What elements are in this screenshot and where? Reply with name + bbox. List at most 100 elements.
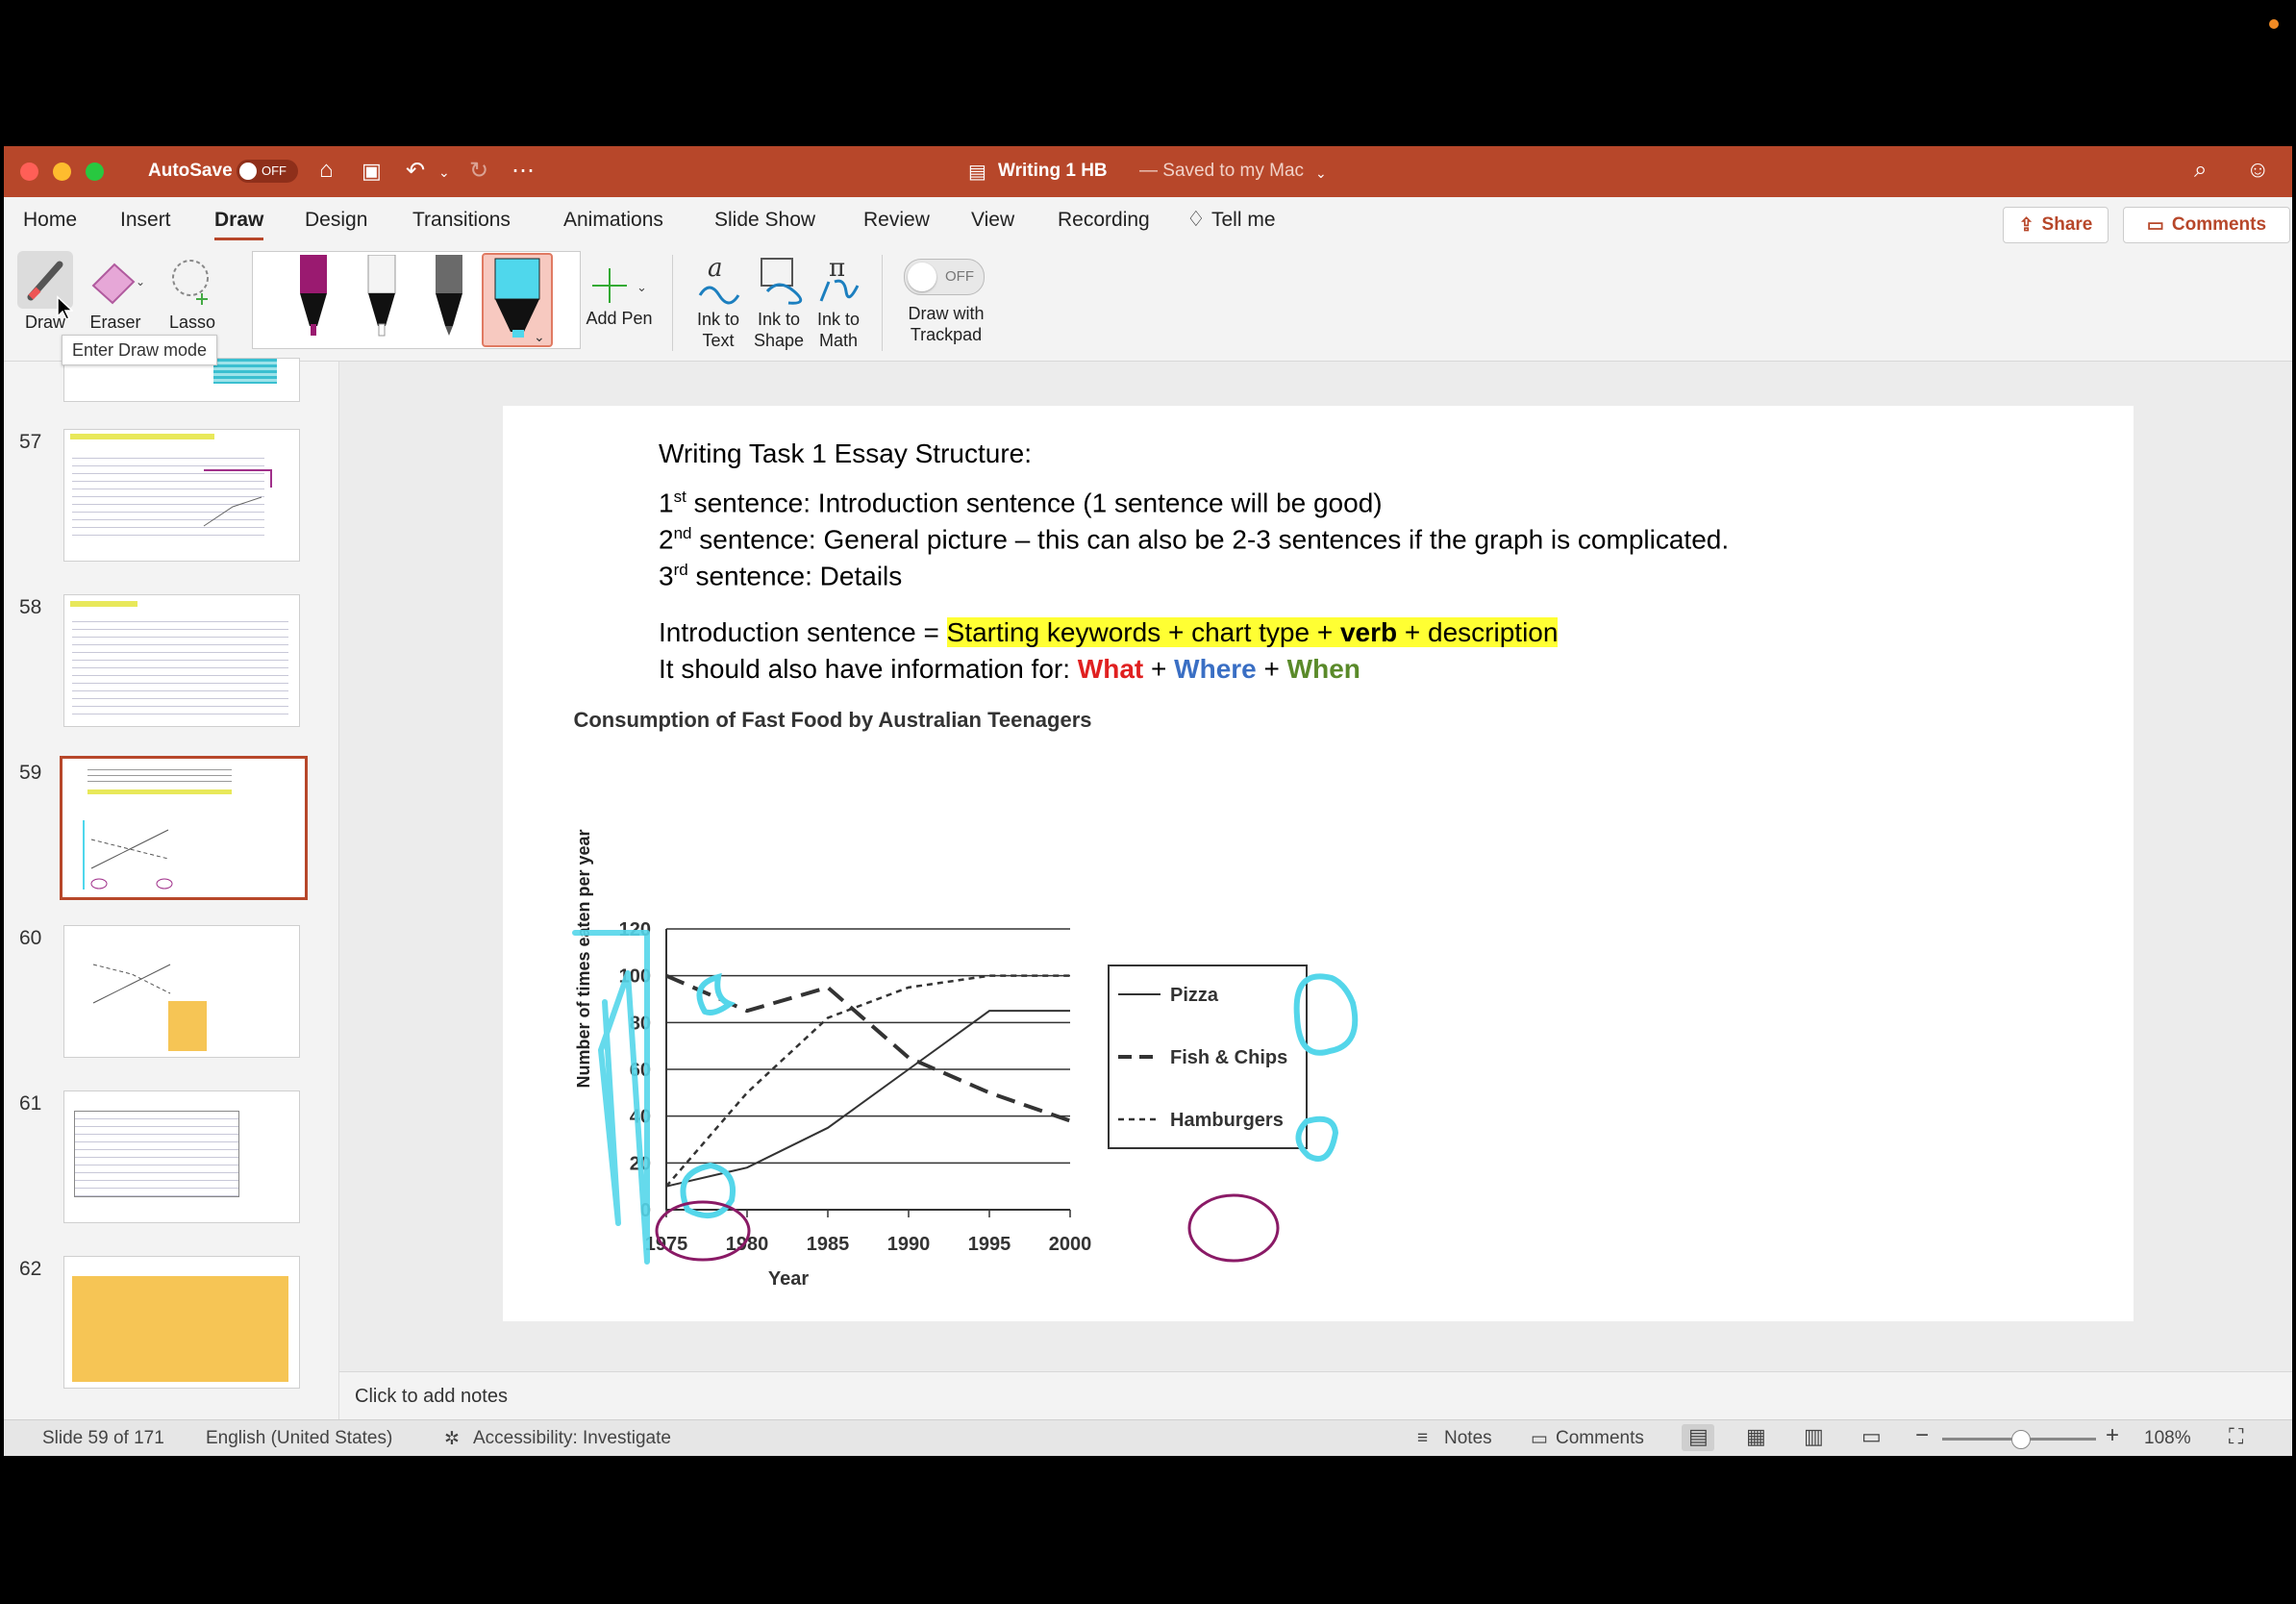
thumbnail-chart	[203, 469, 272, 527]
account-icon[interactable]: ☺	[2246, 157, 2270, 184]
ink-to-shape-icon[interactable]	[754, 253, 804, 307]
slide-counter: Slide 59 of 171	[42, 1428, 164, 1448]
tab-review[interactable]: Review	[863, 209, 930, 232]
tab-design[interactable]: Design	[305, 209, 367, 232]
ink-to-math-icon[interactable]: π	[815, 253, 863, 307]
accessibility-status[interactable]: Accessibility: Investigate	[473, 1428, 671, 1449]
redo-icon[interactable]: ↻	[469, 157, 488, 185]
x-tick-label: 2000	[1049, 1234, 1092, 1255]
slide-editor: Writing Task 1 Essay Structure: 1st sent…	[339, 362, 2292, 1371]
intro-sentence-formula[interactable]: Introduction sentence = Starting keyword…	[659, 617, 1559, 648]
slide-thumbnail-57[interactable]	[63, 429, 300, 562]
lasso-label: Lasso	[168, 313, 216, 332]
eraser-icon[interactable]: ⌄	[86, 257, 143, 305]
tab-insert[interactable]: Insert	[120, 209, 171, 232]
purple-circle-annotation	[1187, 1193, 1280, 1263]
ribbon-tabs: Home Insert Draw Design Transitions Anim…	[4, 197, 2292, 245]
tab-draw[interactable]: Draw	[214, 209, 264, 240]
share-button[interactable]: ⇪ Share	[2003, 207, 2109, 243]
home-icon[interactable]: ⌂	[319, 157, 334, 184]
tab-slide-show[interactable]: Slide Show	[714, 209, 815, 232]
svg-text:a: a	[708, 254, 723, 283]
language-indicator[interactable]: English (United States)	[206, 1428, 392, 1449]
draw-tooltip: Enter Draw mode	[62, 335, 218, 365]
pen-purple-icon[interactable]	[286, 255, 341, 338]
slide-thumbnail-59-selected[interactable]	[60, 756, 308, 900]
zoom-slider-handle[interactable]	[2011, 1430, 2031, 1449]
eraser-label: Eraser	[89, 313, 141, 332]
autosave-toggle[interactable]: OFF	[237, 160, 298, 183]
pen-white-icon[interactable]	[354, 255, 410, 338]
zoom-out-icon[interactable]: −	[1915, 1422, 1929, 1449]
save-icon[interactable]: ▣	[362, 159, 382, 184]
reading-view-icon[interactable]: ▥	[1804, 1424, 1824, 1449]
structure-line-3[interactable]: 3rd sentence: Details	[659, 561, 902, 591]
tab-tell-me[interactable]: Tell me	[1211, 209, 1276, 232]
ink-to-math-label: Ink to Math	[816, 310, 861, 350]
pen-cyan-selected[interactable]: ⌄	[482, 253, 553, 347]
info-required-line[interactable]: It should also have information for: Wha…	[659, 654, 1360, 685]
undo-icon[interactable]: ↶	[406, 157, 425, 185]
slide-thumbnail-61[interactable]	[63, 1090, 300, 1223]
lightbulb-icon: ♢	[1186, 207, 1206, 231]
tab-animations[interactable]: Animations	[563, 209, 663, 232]
tab-view[interactable]: View	[971, 209, 1014, 232]
structure-line-2[interactable]: 2nd sentence: General picture – this can…	[659, 524, 1729, 555]
title-bar: AutoSave OFF ⌂ ▣ ↶ ⌄ ↻ ⋯ ▤ Writing 1 HB …	[4, 146, 2292, 197]
zoom-window-button[interactable]	[86, 163, 104, 181]
slide-thumbnail-62[interactable]	[63, 1256, 300, 1389]
document-title: Writing 1 HB	[998, 161, 1108, 181]
svg-text:⌄: ⌄	[636, 280, 647, 294]
notes-placeholder[interactable]: Click to add notes	[355, 1386, 508, 1408]
slide-number: 58	[19, 596, 42, 618]
svg-text:⌄: ⌄	[534, 329, 545, 344]
ribbon-divider	[672, 255, 673, 351]
cyan-ink-annotation	[680, 1163, 736, 1219]
search-icon[interactable]: ⌕	[2194, 157, 2207, 184]
pencil-gray-icon[interactable]	[421, 255, 477, 338]
x-tick-label: 1975	[645, 1234, 688, 1255]
tab-home[interactable]: Home	[23, 209, 77, 232]
draw-with-trackpad-toggle[interactable]: OFF	[904, 259, 985, 295]
slide-show-icon[interactable]: ▭	[1861, 1424, 1882, 1449]
notes-pane[interactable]: Click to add notes	[339, 1371, 2292, 1420]
structure-line-1[interactable]: 1st sentence: Introduction sentence (1 s…	[659, 488, 1383, 518]
minimize-window-button[interactable]	[53, 163, 71, 181]
lasso-icon[interactable]	[163, 255, 221, 307]
fast-food-chart[interactable]: Consumption of Fast Food by Australian T…	[541, 685, 1599, 1319]
title-chevron-down-icon[interactable]: ⌄	[1315, 165, 1327, 182]
notes-button[interactable]: Notes	[1444, 1428, 1492, 1449]
notes-icon: ≡	[1417, 1428, 1429, 1448]
legend-label: Fish & Chips	[1170, 1047, 1287, 1068]
undo-dropdown-icon[interactable]: ⌄	[438, 164, 450, 181]
y-axis-label: Number of times eaten per year	[574, 829, 593, 1088]
legend-label: Pizza	[1170, 985, 1219, 1006]
comment-icon: ▭	[2146, 214, 2164, 236]
slide-thumbnail-58[interactable]	[63, 594, 300, 727]
ink-to-text-icon[interactable]: a	[694, 253, 742, 307]
more-icon[interactable]: ⋯	[512, 157, 535, 185]
svg-text:π: π	[829, 254, 845, 283]
comments-status-button[interactable]: Comments	[1556, 1428, 1644, 1449]
x-axis-label: Year	[768, 1268, 809, 1290]
current-slide[interactable]: Writing Task 1 Essay Structure: 1st sent…	[503, 406, 2134, 1321]
comments-button[interactable]: ▭ Comments	[2123, 207, 2290, 243]
document-status[interactable]: — Saved to my Mac	[1139, 161, 1304, 182]
tab-transitions[interactable]: Transitions	[412, 209, 511, 232]
close-window-button[interactable]	[20, 163, 38, 181]
zoom-in-icon[interactable]: +	[2106, 1422, 2119, 1449]
x-tick-label: 1995	[968, 1234, 1011, 1255]
slide-number: 61	[19, 1092, 42, 1115]
thumbnail-chart	[83, 820, 173, 890]
slide-thumbnail-60[interactable]	[63, 925, 300, 1058]
add-pen-icon[interactable]: ⌄	[581, 263, 648, 309]
slide-sorter-icon[interactable]: ▦	[1746, 1424, 1766, 1449]
autosave-label: AutoSave	[148, 161, 233, 181]
zoom-level[interactable]: 108%	[2144, 1428, 2191, 1449]
draw-with-trackpad-label: Draw with Trackpad	[908, 304, 985, 344]
fit-to-window-icon[interactable]: ⛶	[2229, 1424, 2243, 1449]
slide-heading[interactable]: Writing Task 1 Essay Structure:	[659, 439, 1032, 469]
x-tick-label: 1990	[887, 1234, 931, 1255]
powerpoint-window: AutoSave OFF ⌂ ▣ ↶ ⌄ ↻ ⋯ ▤ Writing 1 HB …	[4, 146, 2292, 1456]
tab-recording[interactable]: Recording	[1058, 209, 1150, 232]
